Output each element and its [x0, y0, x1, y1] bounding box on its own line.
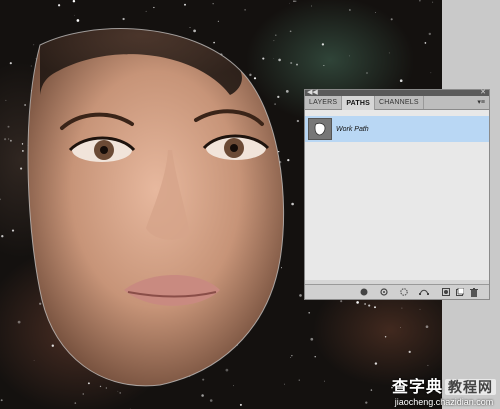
- path-thumbnail-icon: [308, 118, 332, 140]
- delete-path-icon[interactable]: [469, 287, 479, 297]
- panel-bottom-toolbar: [305, 284, 489, 299]
- paths-list: Work Path: [305, 110, 489, 280]
- watermark-logo: 查字典 教程网: [392, 373, 496, 397]
- make-work-path-icon[interactable]: [419, 287, 429, 297]
- mask-icon[interactable]: [441, 287, 451, 297]
- tab-paths[interactable]: PATHS: [342, 96, 375, 110]
- new-path-icon[interactable]: [455, 287, 465, 297]
- path-name-label: Work Path: [336, 125, 369, 133]
- stroke-path-icon[interactable]: [379, 287, 389, 297]
- panel-tabs: LAYERS PATHS CHANNELS ▾≡: [305, 96, 489, 110]
- paths-panel: ◀◀ ✕ LAYERS PATHS CHANNELS ▾≡ Work Path: [304, 89, 490, 300]
- load-selection-icon[interactable]: [399, 287, 409, 297]
- panel-menu-icon[interactable]: ▾≡: [477, 98, 485, 106]
- tab-channels[interactable]: CHANNELS: [375, 96, 424, 109]
- tab-layers[interactable]: LAYERS: [305, 96, 343, 109]
- close-icon[interactable]: ✕: [480, 89, 486, 96]
- site-watermark: 查字典 教程网 jiaocheng.chazidian.com: [392, 373, 496, 407]
- collapse-icon[interactable]: ◀◀: [307, 89, 318, 96]
- fill-path-icon[interactable]: [359, 287, 369, 297]
- watermark-url: jiaocheng.chazidian.com: [394, 397, 494, 407]
- path-row-work-path[interactable]: Work Path: [305, 116, 489, 142]
